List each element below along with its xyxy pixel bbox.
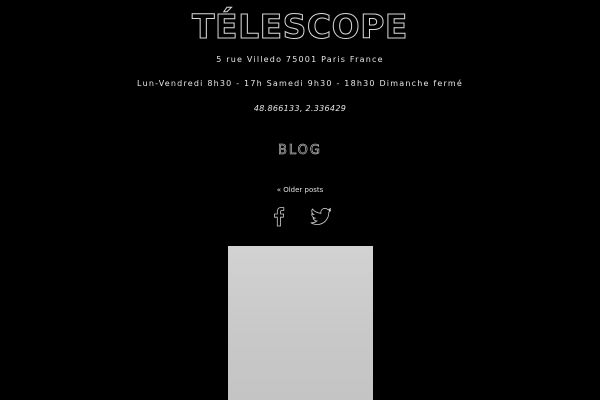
facebook-icon xyxy=(274,207,285,227)
site-title[interactable]: TÉLESCOPE xyxy=(0,5,600,49)
twitter-icon xyxy=(310,207,331,225)
blog-link[interactable]: BLOG xyxy=(0,142,600,160)
facebook-link[interactable] xyxy=(267,204,291,228)
opening-hours-text: Lun-Vendredi 8h30 - 17h Samedi 9h30 - 18… xyxy=(137,79,463,88)
address-text: 5 rue Villedo 75001 Paris France xyxy=(216,55,384,64)
twitter-link[interactable] xyxy=(309,204,333,228)
older-posts-link[interactable]: « Older posts xyxy=(0,185,600,195)
post-image[interactable] xyxy=(228,246,373,400)
gps-coordinates: 48.866133, 2.336429 xyxy=(253,104,347,113)
page: TÉLESCOPE 5 rue Villedo 75001 Paris Fran… xyxy=(0,0,600,400)
social-links xyxy=(0,204,600,228)
